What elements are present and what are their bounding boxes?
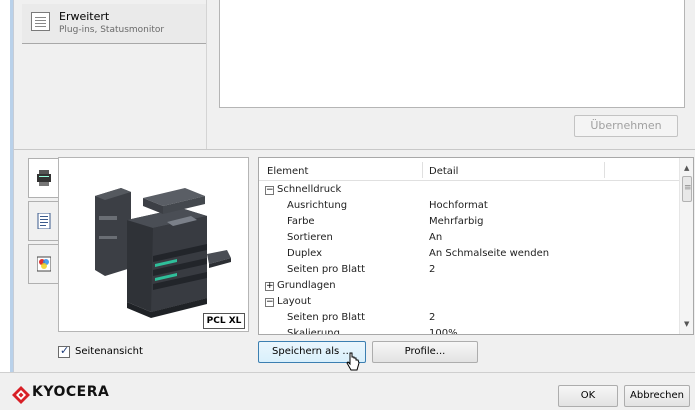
cell-detail: 2 <box>429 264 436 275</box>
tab-color-preview[interactable] <box>28 244 58 284</box>
page-view-checkbox[interactable] <box>58 344 70 358</box>
window-left-edge <box>0 0 14 410</box>
scroll-down-icon[interactable]: ▼ <box>684 320 689 328</box>
pdl-badge: PCL XL <box>203 313 245 329</box>
cell-element: Skalierung <box>287 328 340 335</box>
cell-detail: Hochformat <box>429 200 488 211</box>
table-row[interactable]: Ausrichtung Hochformat <box>259 198 679 214</box>
sidebar-item-sublabel: Plug-ins, Statusmonitor <box>59 25 165 35</box>
table-group-row[interactable]: − Layout <box>259 294 679 310</box>
tab-document-preview[interactable] <box>28 201 58 241</box>
apply-button[interactable]: Übernehmen <box>574 115 678 137</box>
column-divider <box>604 162 605 178</box>
table-header: Element Detail <box>259 158 679 181</box>
cell-element: Grundlagen <box>277 280 336 291</box>
table-row[interactable]: Skalierung 100% <box>259 326 679 335</box>
document-icon <box>37 213 51 229</box>
table-group-row[interactable]: − Schnelldruck <box>259 182 679 198</box>
preview-tab-strip <box>14 158 59 288</box>
collapse-icon[interactable]: − <box>265 298 274 307</box>
table-row[interactable]: Duplex An Schmalseite wenden <box>259 246 679 262</box>
mouse-cursor-icon <box>346 352 360 371</box>
brand-name: KYOCERA <box>32 384 110 400</box>
cell-element: Schnelldruck <box>277 184 342 195</box>
cell-detail: 2 <box>429 312 436 323</box>
table-scrollbar[interactable]: ▲ ▼ <box>679 158 693 334</box>
window-edge-stripe <box>10 0 13 410</box>
scroll-thumb[interactable] <box>682 176 692 202</box>
page-view-label: Seitenansicht <box>75 346 143 357</box>
cell-detail: An <box>429 232 443 243</box>
column-header-detail[interactable]: Detail <box>429 166 458 177</box>
table-row[interactable]: Farbe Mehrfarbig <box>259 214 679 230</box>
printer-preview <box>58 157 249 332</box>
table-row[interactable]: Sortieren An <box>259 230 679 246</box>
table-row[interactable]: Seiten pro Blatt 2 <box>259 262 679 278</box>
printer-illustration <box>95 188 231 318</box>
cell-element: Duplex <box>287 248 323 259</box>
advanced-settings-icon <box>31 12 50 31</box>
profiles-button[interactable]: Profile... <box>372 341 478 363</box>
sidebar-item-label: Erweitert <box>59 10 110 23</box>
printer-icon <box>37 170 51 186</box>
collapse-icon[interactable]: − <box>265 186 274 195</box>
tab-printer-preview[interactable] <box>28 158 59 198</box>
cell-element: Ausrichtung <box>287 200 348 211</box>
sidebar-item-erweitert[interactable]: Erweitert Plug-ins, Statusmonitor <box>22 4 206 44</box>
expand-icon[interactable]: + <box>265 282 274 291</box>
cell-element: Farbe <box>287 216 315 227</box>
cell-detail: An Schmalseite wenden <box>429 248 550 259</box>
color-icon <box>37 256 51 272</box>
cell-element: Sortieren <box>287 232 333 243</box>
column-header-element[interactable]: Element <box>267 166 308 177</box>
cancel-button[interactable]: Abbrechen <box>624 385 690 407</box>
settings-summary-table: Element Detail − Schnelldruck Ausrichtung H… <box>258 157 694 335</box>
table-row[interactable]: Seiten pro Blatt 2 <box>259 310 679 326</box>
ok-button[interactable]: OK <box>558 385 618 407</box>
cell-detail: 100% <box>429 328 458 335</box>
section-divider <box>14 149 695 150</box>
cell-detail: Mehrfarbig <box>429 216 484 227</box>
column-divider <box>422 162 423 178</box>
kyocera-logo-icon <box>12 386 30 404</box>
scroll-up-icon[interactable]: ▲ <box>684 164 689 172</box>
cell-element: Layout <box>277 296 311 307</box>
table-group-row[interactable]: + Grundlagen <box>259 278 679 294</box>
cell-element: Seiten pro Blatt <box>287 312 366 323</box>
cell-element: Seiten pro Blatt <box>287 264 366 275</box>
settings-content-area <box>219 0 685 108</box>
